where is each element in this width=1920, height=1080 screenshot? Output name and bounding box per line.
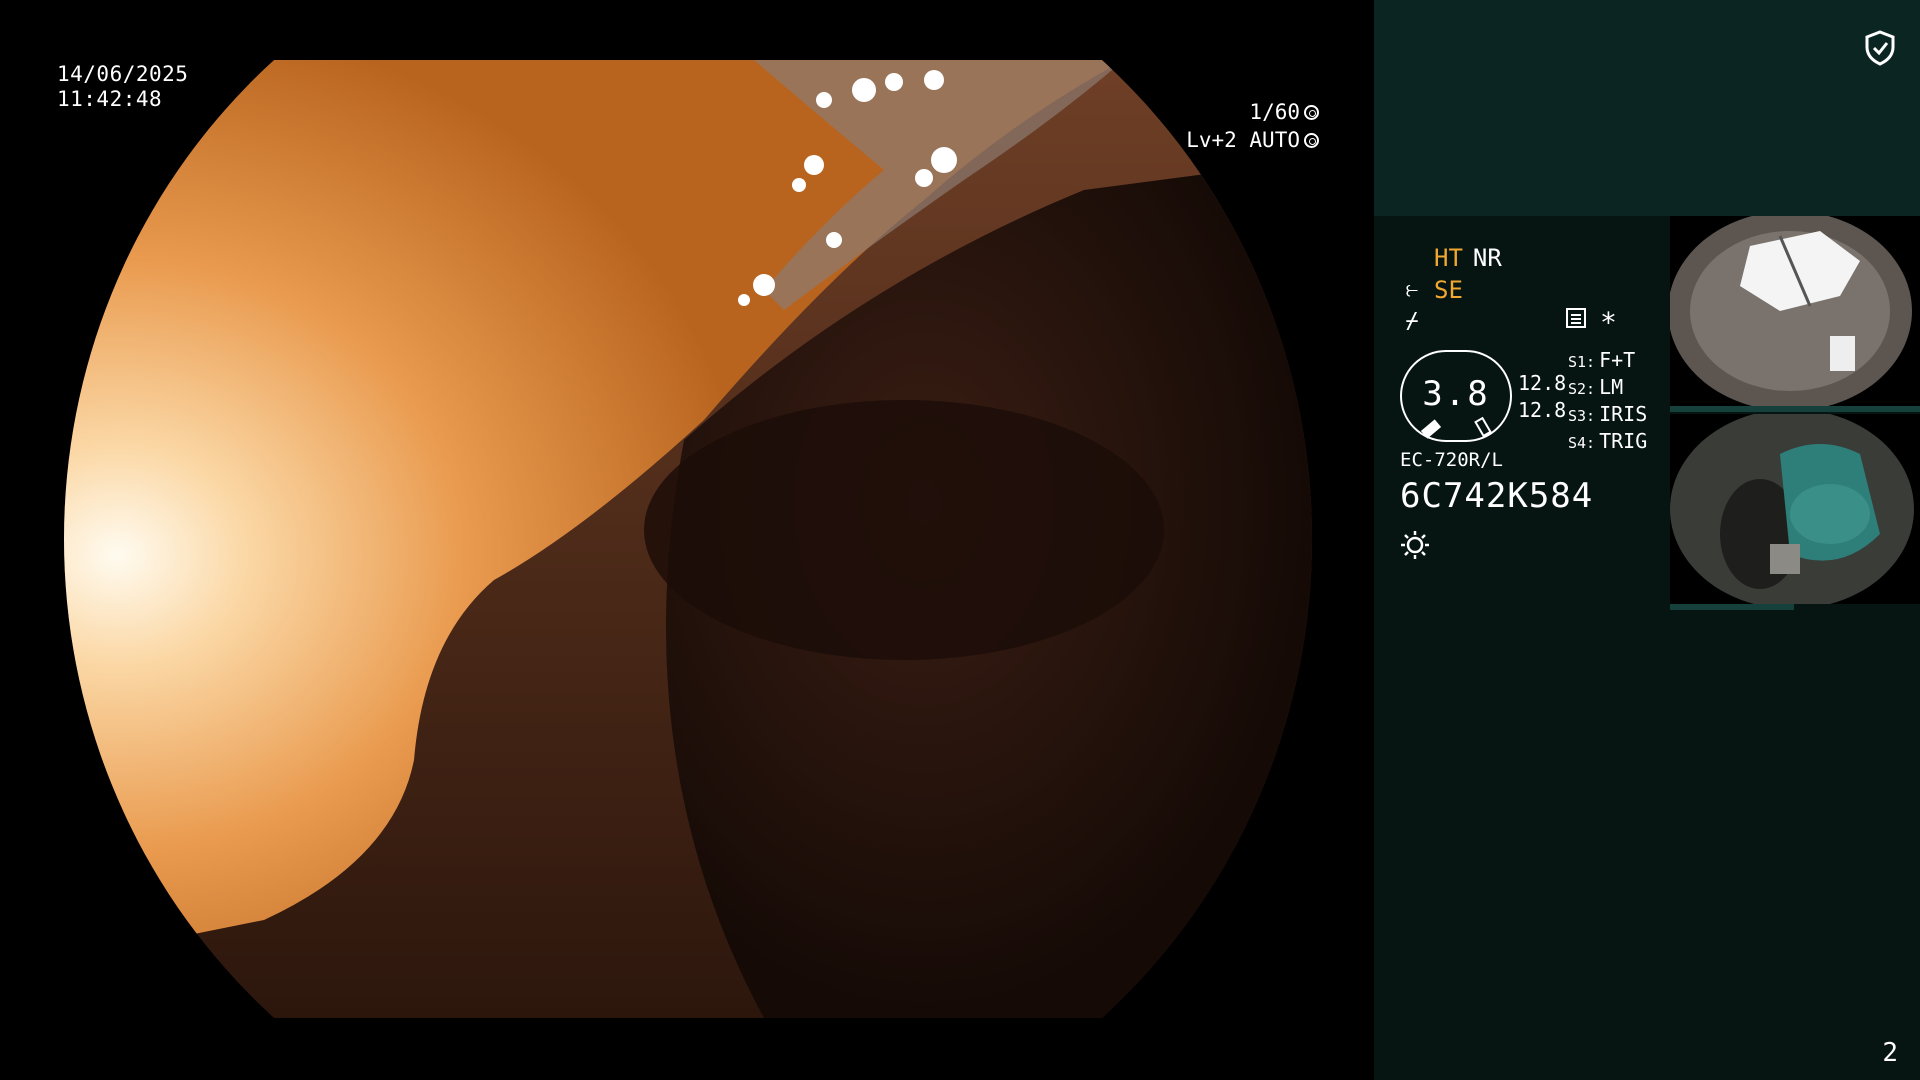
panel-header	[1374, 0, 1920, 216]
zoom-readout-1: 12.8	[1518, 371, 1567, 395]
switch-row: S1: F+T	[1568, 348, 1636, 372]
date-text: 14/06/2025	[57, 62, 189, 86]
zoom-readouts: 12.8 12.8	[1518, 370, 1566, 424]
zoom-value: 3.8	[1422, 374, 1490, 414]
asterisk-indicator: *	[1600, 306, 1617, 339]
list-box-icon	[1566, 308, 1586, 328]
shield-check-icon[interactable]	[1864, 30, 1896, 66]
se-mode: SE	[1434, 276, 1463, 304]
time-text: 11:42:48	[57, 87, 163, 111]
room-camera-thumbnail-1[interactable]	[1670, 216, 1920, 406]
nr-mode: NR	[1472, 244, 1502, 272]
ht-mode: HT	[1434, 244, 1463, 272]
switch-row: S4: TRIG	[1568, 429, 1648, 453]
endoscopic-image	[64, 60, 1312, 1018]
sun-icon	[1401, 531, 1429, 559]
zoom-gauge: 3.8	[1400, 350, 1512, 442]
gauge-right-marker	[1474, 416, 1492, 438]
date-time-overlay: 14/06/2025 11:42:48	[57, 62, 188, 112]
zoom-readout-2: 12.8	[1518, 398, 1567, 422]
switch-assignments: S1: F+T S2: LM S3: IRIS S4: TRIG	[1568, 348, 1647, 456]
exposure-level-text: Lv+2 AUTO	[1186, 128, 1300, 152]
lightning-icon: ⌿	[1405, 309, 1419, 334]
scope-icon: ⥼	[1405, 277, 1419, 302]
page-number: 2	[1882, 1038, 1898, 1068]
switch-row: S2: LM	[1568, 375, 1624, 399]
target-icon	[1304, 132, 1319, 148]
mode-indicators: HT NR ⥼ SE ⌿	[1400, 242, 1502, 338]
aperture-icon	[1304, 104, 1319, 120]
gauge-left-marker	[1420, 419, 1442, 439]
scope-serial: 6C742K584	[1400, 476, 1594, 516]
endoscopy-screen: 14/06/2025 11:42:48 1/60 Lv+2 AUTO HT NR…	[0, 0, 1920, 1080]
exposure-overlay: 1/60 Lv+2 AUTO	[1186, 98, 1319, 154]
thumbnail-1-indicator	[1670, 406, 1920, 412]
shutter-text: 1/60	[1249, 100, 1300, 124]
thumbnail-2-indicator	[1670, 604, 1794, 610]
switch-row: S3: IRIS	[1568, 402, 1648, 426]
scope-model: EC-720R/L	[1400, 449, 1503, 471]
room-camera-thumbnail-2[interactable]	[1670, 414, 1920, 604]
endoscope-view: 14/06/2025 11:42:48 1/60 Lv+2 AUTO	[0, 0, 1374, 1080]
info-panel: HT NR ⥼ SE ⌿ * 3.8 12.8 12.8 S1: F+T S2: L…	[1374, 0, 1920, 1080]
